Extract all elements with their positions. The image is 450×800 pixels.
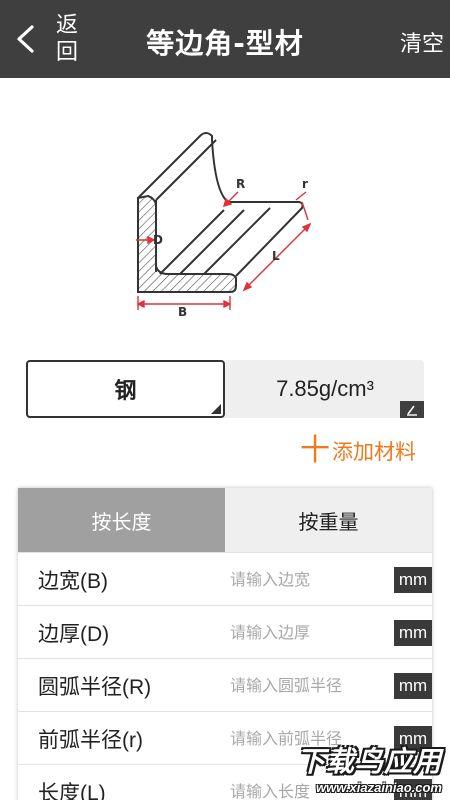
edit-density-button[interactable] — [400, 401, 424, 418]
dropdown-corner-icon — [211, 404, 221, 414]
field-row-arc-radius: 圆弧半径(R) mm — [18, 658, 432, 711]
field-label: 前弧半径(r) — [38, 729, 143, 752]
label-r-small: r — [302, 177, 308, 191]
front-arc-radius-input[interactable] — [230, 722, 390, 754]
calc-panel: 按长度 按重量 边宽(B) mm 边厚(D) mm 圆弧半径(R) mm 前弧半… — [18, 488, 432, 800]
add-material-button[interactable]: 十 添加材料 — [300, 436, 416, 466]
back-button[interactable]: 返回 — [0, 0, 90, 78]
unit-badge: mm — [394, 567, 432, 593]
label-r-large: R — [236, 177, 245, 191]
label-d: D — [153, 233, 163, 247]
equal-angle-diagram: B D R r L — [136, 132, 312, 319]
field-row-front-arc-radius: 前弧半径(r) mm — [18, 711, 432, 764]
calc-mode-tabs: 按长度 按重量 — [18, 488, 432, 552]
density-value: 7.85g/cm³ — [276, 376, 374, 401]
add-material-label: 添加材料 — [332, 440, 416, 464]
tab-by-length[interactable]: 按长度 — [18, 488, 225, 552]
material-row: 钢 7.85g/cm³ — [26, 360, 424, 418]
field-label: 长度(L) — [38, 782, 106, 800]
clear-button[interactable]: 清空 — [400, 26, 444, 58]
label-b: B — [178, 305, 187, 319]
width-input[interactable] — [230, 563, 390, 595]
unit-badge: mm — [394, 620, 432, 646]
arc-radius-input[interactable] — [230, 669, 390, 701]
unit-badge: mm — [394, 673, 432, 699]
thickness-input[interactable] — [230, 616, 390, 648]
field-row-thickness: 边厚(D) mm — [18, 605, 432, 658]
edit-pencil-icon — [407, 405, 417, 416]
field-label: 圆弧半径(R) — [38, 676, 152, 699]
label-l: L — [272, 249, 280, 263]
field-label: 边宽(B) — [38, 570, 108, 593]
field-row-length: 长度(L) mm — [18, 764, 432, 800]
material-name: 钢 — [114, 379, 137, 404]
back-label: 返回 — [56, 13, 79, 65]
plus-icon: 十 — [300, 433, 330, 468]
unit-badge: mm — [394, 779, 432, 800]
length-input[interactable] — [230, 775, 390, 800]
field-label: 边厚(D) — [38, 623, 110, 646]
top-bar: 返回 等边角-型材 清空 — [0, 0, 450, 78]
field-row-width: 边宽(B) mm — [18, 552, 432, 605]
tab-by-weight[interactable]: 按重量 — [225, 488, 432, 552]
material-select[interactable]: 钢 — [26, 360, 225, 418]
chevron-left-icon — [17, 25, 34, 53]
unit-badge: mm — [394, 726, 432, 752]
